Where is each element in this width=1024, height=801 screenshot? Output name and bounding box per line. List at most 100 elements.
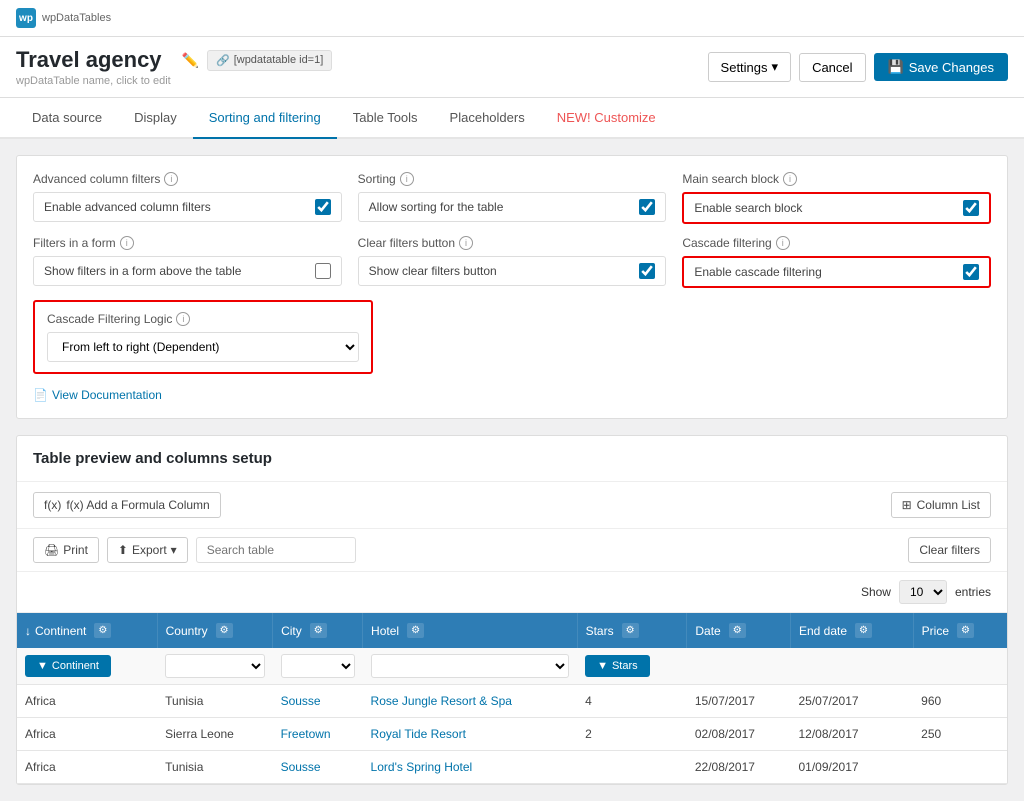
main-search-block-text: Enable search block — [694, 201, 955, 215]
clear-filters-button-checkbox[interactable] — [639, 263, 655, 279]
row2-city[interactable]: Freetown — [273, 718, 363, 751]
table-header-row: ↓ Continent ⚙ Country ⚙ — [17, 613, 1007, 648]
stars-gear-icon[interactable]: ⚙ — [622, 623, 639, 638]
main-search-block-info[interactable]: i — [783, 172, 797, 186]
tab-display[interactable]: Display — [118, 98, 193, 139]
advanced-column-filters-label: Advanced column filters i — [33, 172, 342, 186]
shortcode-icon: 🔗 — [216, 54, 230, 67]
end-date-filter-cell — [791, 648, 914, 685]
clear-filters-button-text: Show clear filters button — [369, 264, 632, 278]
view-docs-link[interactable]: 📄 View Documentation — [33, 388, 991, 402]
sorting-checkbox[interactable] — [639, 199, 655, 215]
table-preview-section: Table preview and columns setup f(x) f(x… — [16, 435, 1008, 785]
col-end-date: End date ⚙ — [791, 613, 914, 648]
cancel-button[interactable]: Cancel — [799, 53, 865, 82]
row3-continent: Africa — [17, 751, 157, 784]
cascade-filtering-info[interactable]: i — [776, 236, 790, 250]
row2-stars: 2 — [577, 718, 687, 751]
row1-country: Tunisia — [157, 685, 272, 718]
cascade-logic-section: Cascade Filtering Logic i From left to r… — [33, 300, 991, 374]
entries-label: entries — [955, 585, 991, 599]
main-search-block-label: Main search block i — [682, 172, 991, 186]
cascade-filtering-text: Enable cascade filtering — [694, 265, 955, 279]
row1-city[interactable]: Sousse — [273, 685, 363, 718]
filters-in-form-label: Filters in a form i — [33, 236, 342, 250]
advanced-column-filters-checkbox[interactable] — [315, 199, 331, 215]
tab-sorting-filtering[interactable]: Sorting and filtering — [193, 98, 337, 139]
price-gear-icon[interactable]: ⚙ — [957, 623, 974, 638]
edit-icon[interactable]: ✏️ — [182, 52, 199, 69]
tab-table-tools[interactable]: Table Tools — [337, 98, 434, 139]
tab-data-source[interactable]: Data source — [16, 98, 118, 139]
row3-date: 22/08/2017 — [687, 751, 791, 784]
row3-hotel[interactable]: Lord's Spring Hotel — [363, 751, 578, 784]
row3-city[interactable]: Sousse — [273, 751, 363, 784]
row1-stars: 4 — [577, 685, 687, 718]
logo-icon: wp — [16, 8, 36, 28]
city-gear-icon[interactable]: ⚙ — [310, 623, 327, 638]
cascade-logic-select[interactable]: From left to right (Dependent) Independe… — [47, 332, 359, 362]
main-search-block-row: Enable search block — [682, 192, 991, 224]
col-continent: ↓ Continent ⚙ — [17, 613, 157, 648]
city-filter-cell — [273, 648, 363, 685]
country-gear-icon[interactable]: ⚙ — [216, 623, 233, 638]
app-logo: wp wpDataTables — [16, 8, 111, 28]
clear-filters-button[interactable]: Clear filters — [908, 537, 991, 563]
row2-date: 02/08/2017 — [687, 718, 791, 751]
shortcode-badge: 🔗 [wpdatatable id=1] — [207, 50, 332, 71]
filters-in-form-info[interactable]: i — [120, 236, 134, 250]
table-preview-title: Table preview and columns setup — [33, 450, 272, 467]
export-button[interactable]: ⬆ Export ▾ — [107, 537, 188, 563]
header-title-area: Travel agency ✏️ 🔗 [wpdatatable id=1] wp… — [16, 47, 332, 87]
settings-row-2: Filters in a form i Show filters in a fo… — [33, 236, 991, 288]
tab-customize[interactable]: NEW! Customize — [541, 98, 672, 139]
country-filter-select[interactable] — [165, 654, 264, 678]
clear-filters-button-info[interactable]: i — [459, 236, 473, 250]
price-filter-cell — [913, 648, 1007, 685]
date-gear-icon[interactable]: ⚙ — [729, 623, 746, 638]
column-list-button[interactable]: ⊞ Column List — [891, 492, 991, 518]
cascade-logic-box: Cascade Filtering Logic i From left to r… — [33, 300, 373, 374]
save-button[interactable]: 💾 Save Changes — [874, 53, 1008, 81]
print-button[interactable]: 🖨 Print — [33, 537, 99, 563]
entries-select[interactable]: 10 25 50 — [899, 580, 947, 604]
filter-row: ▼ Continent — [17, 648, 1007, 685]
table-row: Africa Tunisia Sousse Rose Jungle Resort… — [17, 685, 1007, 718]
row3-stars — [577, 751, 687, 784]
continent-filter-button[interactable]: ▼ Continent — [25, 655, 111, 677]
advanced-column-filters-info[interactable]: i — [164, 172, 178, 186]
hotel-gear-icon[interactable]: ⚙ — [407, 623, 424, 638]
continent-gear-icon[interactable]: ⚙ — [94, 623, 111, 638]
tab-placeholders[interactable]: Placeholders — [434, 98, 541, 139]
advanced-column-filters-row: Enable advanced column filters — [33, 192, 342, 222]
cascade-logic-info[interactable]: i — [176, 312, 190, 326]
row1-hotel[interactable]: Rose Jungle Resort & Spa — [363, 685, 578, 718]
header-meta: ✏️ 🔗 [wpdatatable id=1] — [182, 50, 333, 71]
stars-filter-button[interactable]: ▼ Stars — [585, 655, 650, 677]
formula-icon: f(x) — [44, 498, 61, 512]
main-search-block-checkbox[interactable] — [963, 200, 979, 216]
search-table-input[interactable] — [196, 537, 356, 563]
add-formula-button[interactable]: f(x) f(x) Add a Formula Column — [33, 492, 221, 518]
hotel-filter-select[interactable] — [371, 654, 570, 678]
cascade-filtering-row: Enable cascade filtering — [682, 256, 991, 288]
main-search-block-group: Main search block i Enable search block — [682, 172, 991, 224]
show-label: Show — [861, 585, 891, 599]
stars-filter-cell: ▼ Stars — [577, 648, 687, 685]
table-preview-header: Table preview and columns setup — [17, 436, 1007, 482]
sorting-info[interactable]: i — [400, 172, 414, 186]
hotel-filter-cell — [363, 648, 578, 685]
settings-button[interactable]: Settings ▾ — [708, 52, 792, 82]
docs-icon: 📄 — [33, 388, 48, 402]
city-filter-select[interactable] — [281, 654, 355, 678]
shortcode-text: [wpdatatable id=1] — [234, 54, 324, 66]
sorting-label: Sorting i — [358, 172, 667, 186]
cascade-filtering-checkbox[interactable] — [963, 264, 979, 280]
filters-in-form-checkbox[interactable] — [315, 263, 331, 279]
row3-price — [913, 751, 1007, 784]
sort-down-icon: ↓ — [25, 624, 31, 638]
end-date-gear-icon[interactable]: ⚙ — [855, 623, 872, 638]
row2-hotel[interactable]: Royal Tide Resort — [363, 718, 578, 751]
table-actions: 🖨 Print ⬆ Export ▾ Clear filters — [17, 529, 1007, 572]
table-row: Africa Sierra Leone Freetown Royal Tide … — [17, 718, 1007, 751]
